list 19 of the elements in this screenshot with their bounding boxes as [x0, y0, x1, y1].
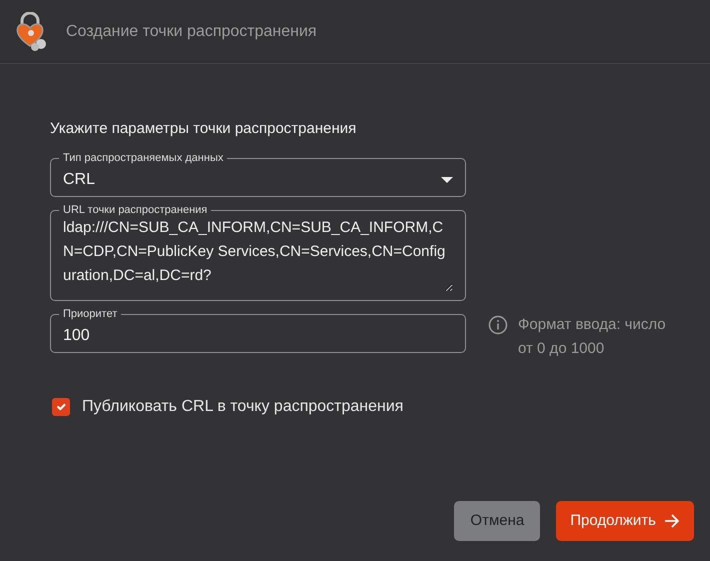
url-input[interactable]: ldap:///CN=SUB_CA_INFORM,CN=SUB_CA_INFORM,CN=CDP,CN=PublicKey Services,CN=Services,CN=Configuration,DC=al,DC=rd? — [63, 216, 453, 292]
select-value: CRL — [63, 170, 96, 190]
info-icon — [488, 314, 508, 334]
arrow-right-icon — [664, 514, 680, 528]
type-select[interactable]: Тип распространяемых данных CRL — [50, 152, 466, 196]
url-field[interactable]: URL точки распространения ldap:///CN=SUB_CA_INFORM,CN=SUB_CA_INFORM,CN=CDP,CN=PublicKey Services,CN=Services,CN=Configuration,DC=al,DC=rd? — [50, 204, 466, 300]
field-label: URL точки распространения — [62, 204, 208, 216]
checkbox-label: Публиковать CRL в точку распространения — [82, 396, 404, 416]
field-label: Приоритет — [62, 308, 118, 320]
priority-input[interactable]: 100 — [63, 320, 453, 352]
caret-icon — [441, 176, 453, 182]
field-label: Тип распространяемых данных — [62, 152, 224, 164]
hint-text: Формат ввода: число от 0 до 1000 — [518, 314, 667, 358]
continue-button[interactable]: Продолжить — [556, 500, 694, 541]
window-title: Создание точки распространения — [66, 22, 317, 42]
form-heading: Укажите параметры точки распространения — [50, 119, 358, 139]
priority-field[interactable]: Приоритет 100 — [50, 308, 466, 352]
publish-checkbox[interactable] — [52, 398, 70, 416]
cancel-button[interactable]: Отмена — [454, 500, 540, 541]
